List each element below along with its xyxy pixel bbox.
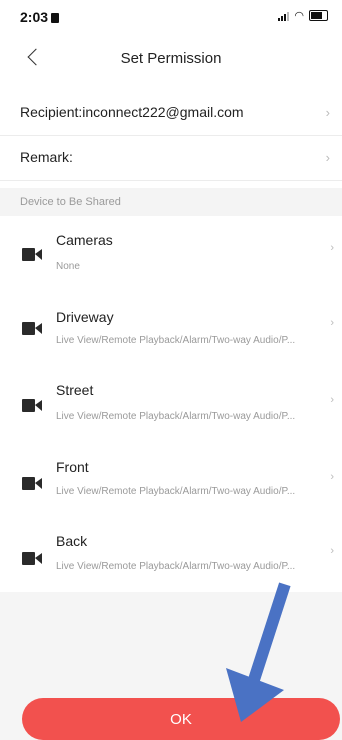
camera-icon [22,399,42,412]
status-time: 2:03 [20,9,60,25]
remark-label: Remark: [20,149,73,165]
chevron-right-icon: › [330,394,334,406]
chevron-right-icon: › [330,242,334,254]
camera-icon [22,248,42,261]
device-permissions: Live View/Remote Playback/Alarm/Two-way … [56,411,296,422]
device-permissions: None [56,261,80,272]
status-icons: ◠ [278,10,328,21]
chevron-right-icon: › [325,105,330,120]
chevron-right-icon: › [325,150,330,165]
device-permissions: Live View/Remote Playback/Alarm/Two-way … [56,335,296,346]
chevron-right-icon: › [330,545,334,557]
wifi-icon: ◠ [294,9,304,22]
device-item-front[interactable]: Front Live View/Remote Playback/Alarm/Tw… [0,453,342,531]
device-name: Back [56,533,88,549]
status-bar: 2:03 ◠ [0,0,342,32]
page-title: Set Permission [120,50,222,67]
chevron-right-icon: › [330,471,334,483]
device-name: Driveway [56,309,114,325]
recipient-row[interactable]: Recipient:inconnect222@gmail.com › [0,91,342,136]
device-name: Street [56,382,94,398]
camera-icon [22,552,42,565]
device-item-driveway[interactable]: Driveway Live View/Remote Playback/Alarm… [0,297,342,375]
device-item-cameras[interactable]: Cameras None › [0,220,342,298]
section-title: Device to Be Shared [20,196,121,208]
camera-icon [22,477,42,490]
device-permissions: Live View/Remote Playback/Alarm/Two-way … [56,486,296,497]
device-permissions: Live View/Remote Playback/Alarm/Two-way … [56,561,296,572]
ok-button[interactable]: OK [22,698,340,740]
sim-icon [51,13,60,23]
device-name: Cameras [56,232,113,248]
chevron-right-icon: › [330,317,334,329]
camera-icon [22,322,42,335]
signal-icon [278,11,290,21]
device-item-street[interactable]: Street Live View/Remote Playback/Alarm/T… [0,375,342,453]
nav-bar: Set Permission [0,36,342,82]
remark-row[interactable]: Remark: › [0,136,342,181]
device-name: Front [56,459,89,475]
battery-icon [309,10,328,21]
section-header: Device to Be Shared [0,188,342,216]
ok-button-label: OK [170,711,192,728]
recipient-label: Recipient:inconnect222@gmail.com [20,104,244,120]
status-time-text: 2:03 [20,9,49,25]
